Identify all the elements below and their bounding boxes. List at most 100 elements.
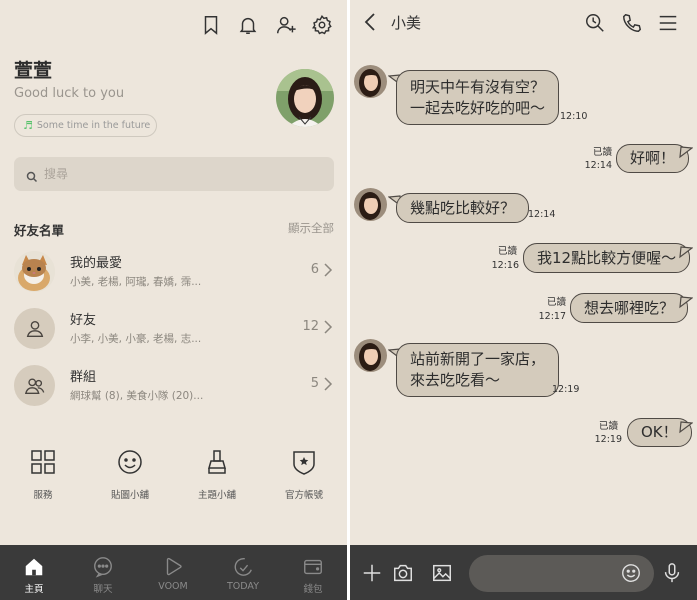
- feature-label: 主題小舖: [197, 490, 236, 501]
- message-time: 12:16: [491, 260, 519, 271]
- smiley-icon: [116, 448, 144, 476]
- contact-avatar[interactable]: [354, 188, 387, 221]
- friend-group-count: 6: [310, 262, 319, 277]
- bottom-navigation: 主頁 聊天 VOOM TODAY 錢包: [0, 545, 347, 600]
- message-bubble-incoming[interactable]: 明天中午有沒有空？ 一起去吃好吃的吧～: [396, 70, 560, 125]
- back-arrow-icon[interactable]: [363, 12, 377, 32]
- friend-group-members: 小李, 小美, 小豪, 老楊, 志...: [70, 333, 202, 345]
- search-input[interactable]: [44, 167, 304, 181]
- profile-music-title: Some time in the future: [36, 120, 151, 131]
- message-time: 12:17: [538, 311, 566, 322]
- friend-group-friends[interactable]: 好友 小李, 小美, 小豪, 老楊, 志... 12: [0, 303, 347, 355]
- bubble-tail: [679, 144, 694, 159]
- nav-chat[interactable]: 聊天: [73, 545, 133, 600]
- read-receipt: 已讀: [497, 246, 517, 257]
- settings-gear-icon[interactable]: [311, 14, 333, 36]
- friend-group-name: 群組: [70, 370, 97, 385]
- wallet-icon: [302, 556, 324, 578]
- profile-avatar[interactable]: [276, 69, 334, 127]
- nav-label: VOOM: [158, 581, 188, 592]
- sticker-shop-shortcut[interactable]: 貼圖小舖: [94, 448, 166, 501]
- chat-icon: [92, 556, 114, 578]
- bubble-tail: [679, 419, 694, 434]
- bubble-tail: [679, 244, 694, 259]
- friend-group-name: 我的最愛: [70, 256, 123, 271]
- show-all-link[interactable]: 顯示全部: [288, 220, 334, 236]
- message-time: 12:10: [560, 111, 588, 122]
- official-account-shortcut[interactable]: 官方帳號: [268, 448, 340, 501]
- chevron-right-icon: [323, 377, 333, 391]
- nav-label: 主頁: [24, 584, 44, 595]
- shield-star-icon: [290, 448, 318, 476]
- image-icon[interactable]: [431, 562, 453, 584]
- message-line: 想去哪裡吃？: [584, 298, 675, 317]
- message-time: 12:19: [594, 434, 622, 445]
- message-line: 來去吃吃看～: [410, 371, 501, 389]
- feature-label: 官方帳號: [284, 490, 323, 501]
- friend-group-count: 5: [310, 376, 319, 391]
- message-time: 12:14: [528, 209, 556, 220]
- nav-wallet[interactable]: 錢包: [283, 545, 343, 600]
- chevron-right-icon: [323, 263, 333, 277]
- message-bubble-outgoing[interactable]: 我12點比較方便喔～: [523, 243, 691, 273]
- home-screen: 萱萱 Good luck to you ♬ Some time in the f…: [0, 0, 347, 600]
- message-line: 我12點比較方便喔～: [537, 248, 677, 267]
- friend-group-members: 網球幫 (8), 美食小隊 (20)...: [70, 390, 204, 402]
- contact-avatar[interactable]: [354, 339, 387, 372]
- chevron-right-icon: [323, 320, 333, 334]
- bookmark-icon[interactable]: [200, 14, 222, 36]
- profile-music-chip[interactable]: ♬ Some time in the future: [14, 114, 157, 137]
- chat-search-icon[interactable]: [584, 12, 606, 34]
- read-receipt: 已讀: [592, 147, 612, 158]
- friend-group-count: 12: [302, 319, 319, 334]
- message-line: 明天中午有沒有空？: [410, 77, 546, 96]
- profile-status-message[interactable]: Good luck to you: [14, 86, 124, 101]
- bell-icon[interactable]: [237, 14, 259, 36]
- favorites-avatar: [14, 251, 55, 292]
- menu-icon[interactable]: [657, 12, 679, 34]
- feature-label: 服務: [33, 490, 53, 501]
- friend-group-favorites[interactable]: 我的最愛 小美, 老楊, 阿瓏, 春嬌, 霈... 6: [0, 246, 347, 298]
- nav-label: 錢包: [303, 584, 323, 595]
- message-line: 幾點吃比較好？: [410, 198, 516, 217]
- theme-shop-shortcut[interactable]: 主題小舖: [181, 448, 253, 501]
- home-icon: [23, 556, 45, 578]
- music-note-icon: ♬: [23, 119, 33, 132]
- grid-icon: [29, 448, 57, 476]
- search-bar[interactable]: [14, 157, 334, 191]
- add-friend-icon[interactable]: [275, 14, 297, 36]
- profile-name[interactable]: 萱萱: [14, 56, 52, 83]
- microphone-icon[interactable]: [661, 561, 683, 585]
- today-icon: [232, 556, 254, 578]
- nav-today[interactable]: TODAY: [213, 545, 273, 600]
- group-people-icon: [14, 365, 55, 406]
- phone-icon[interactable]: [621, 12, 643, 34]
- friend-group-name: 好友: [70, 313, 97, 328]
- read-receipt: 已讀: [598, 421, 618, 432]
- message-input-bar: [350, 545, 697, 600]
- plus-icon[interactable]: [361, 562, 383, 584]
- nav-label: 聊天: [93, 584, 113, 595]
- nav-voom[interactable]: VOOM: [143, 545, 203, 600]
- nav-home[interactable]: 主頁: [4, 545, 64, 600]
- message-bubble-incoming[interactable]: 幾點吃比較好？: [396, 193, 530, 223]
- chat-screen: 小美 明天中午有沒有空？ 一起去吃好吃的吧～ 12:10 已讀 12:14 好啊…: [350, 0, 697, 600]
- nav-label: TODAY: [227, 581, 259, 592]
- play-icon: [162, 556, 184, 578]
- friend-group-members: 小美, 老楊, 阿瓏, 春嬌, 霈...: [70, 276, 202, 288]
- service-shortcut[interactable]: 服務: [7, 448, 79, 501]
- contact-avatar[interactable]: [354, 65, 387, 98]
- bubble-tail: [679, 294, 694, 309]
- message-line: 站前新開了一家店，: [410, 350, 546, 368]
- search-icon: [26, 168, 38, 183]
- message-time: 12:19: [552, 384, 580, 395]
- friend-group-groups[interactable]: 群組 網球幫 (8), 美食小隊 (20)... 5: [0, 360, 347, 412]
- chat-title: 小美: [391, 14, 422, 32]
- message-time: 12:14: [584, 160, 612, 171]
- feature-label: 貼圖小舖: [110, 490, 149, 501]
- message-bubble-incoming[interactable]: 站前新開了一家店， 來去吃吃看～: [396, 343, 560, 397]
- message-bubble-outgoing[interactable]: 想去哪裡吃？: [570, 293, 689, 323]
- camera-icon[interactable]: [392, 562, 414, 584]
- emoji-icon[interactable]: [620, 562, 642, 584]
- read-receipt: 已讀: [546, 297, 566, 308]
